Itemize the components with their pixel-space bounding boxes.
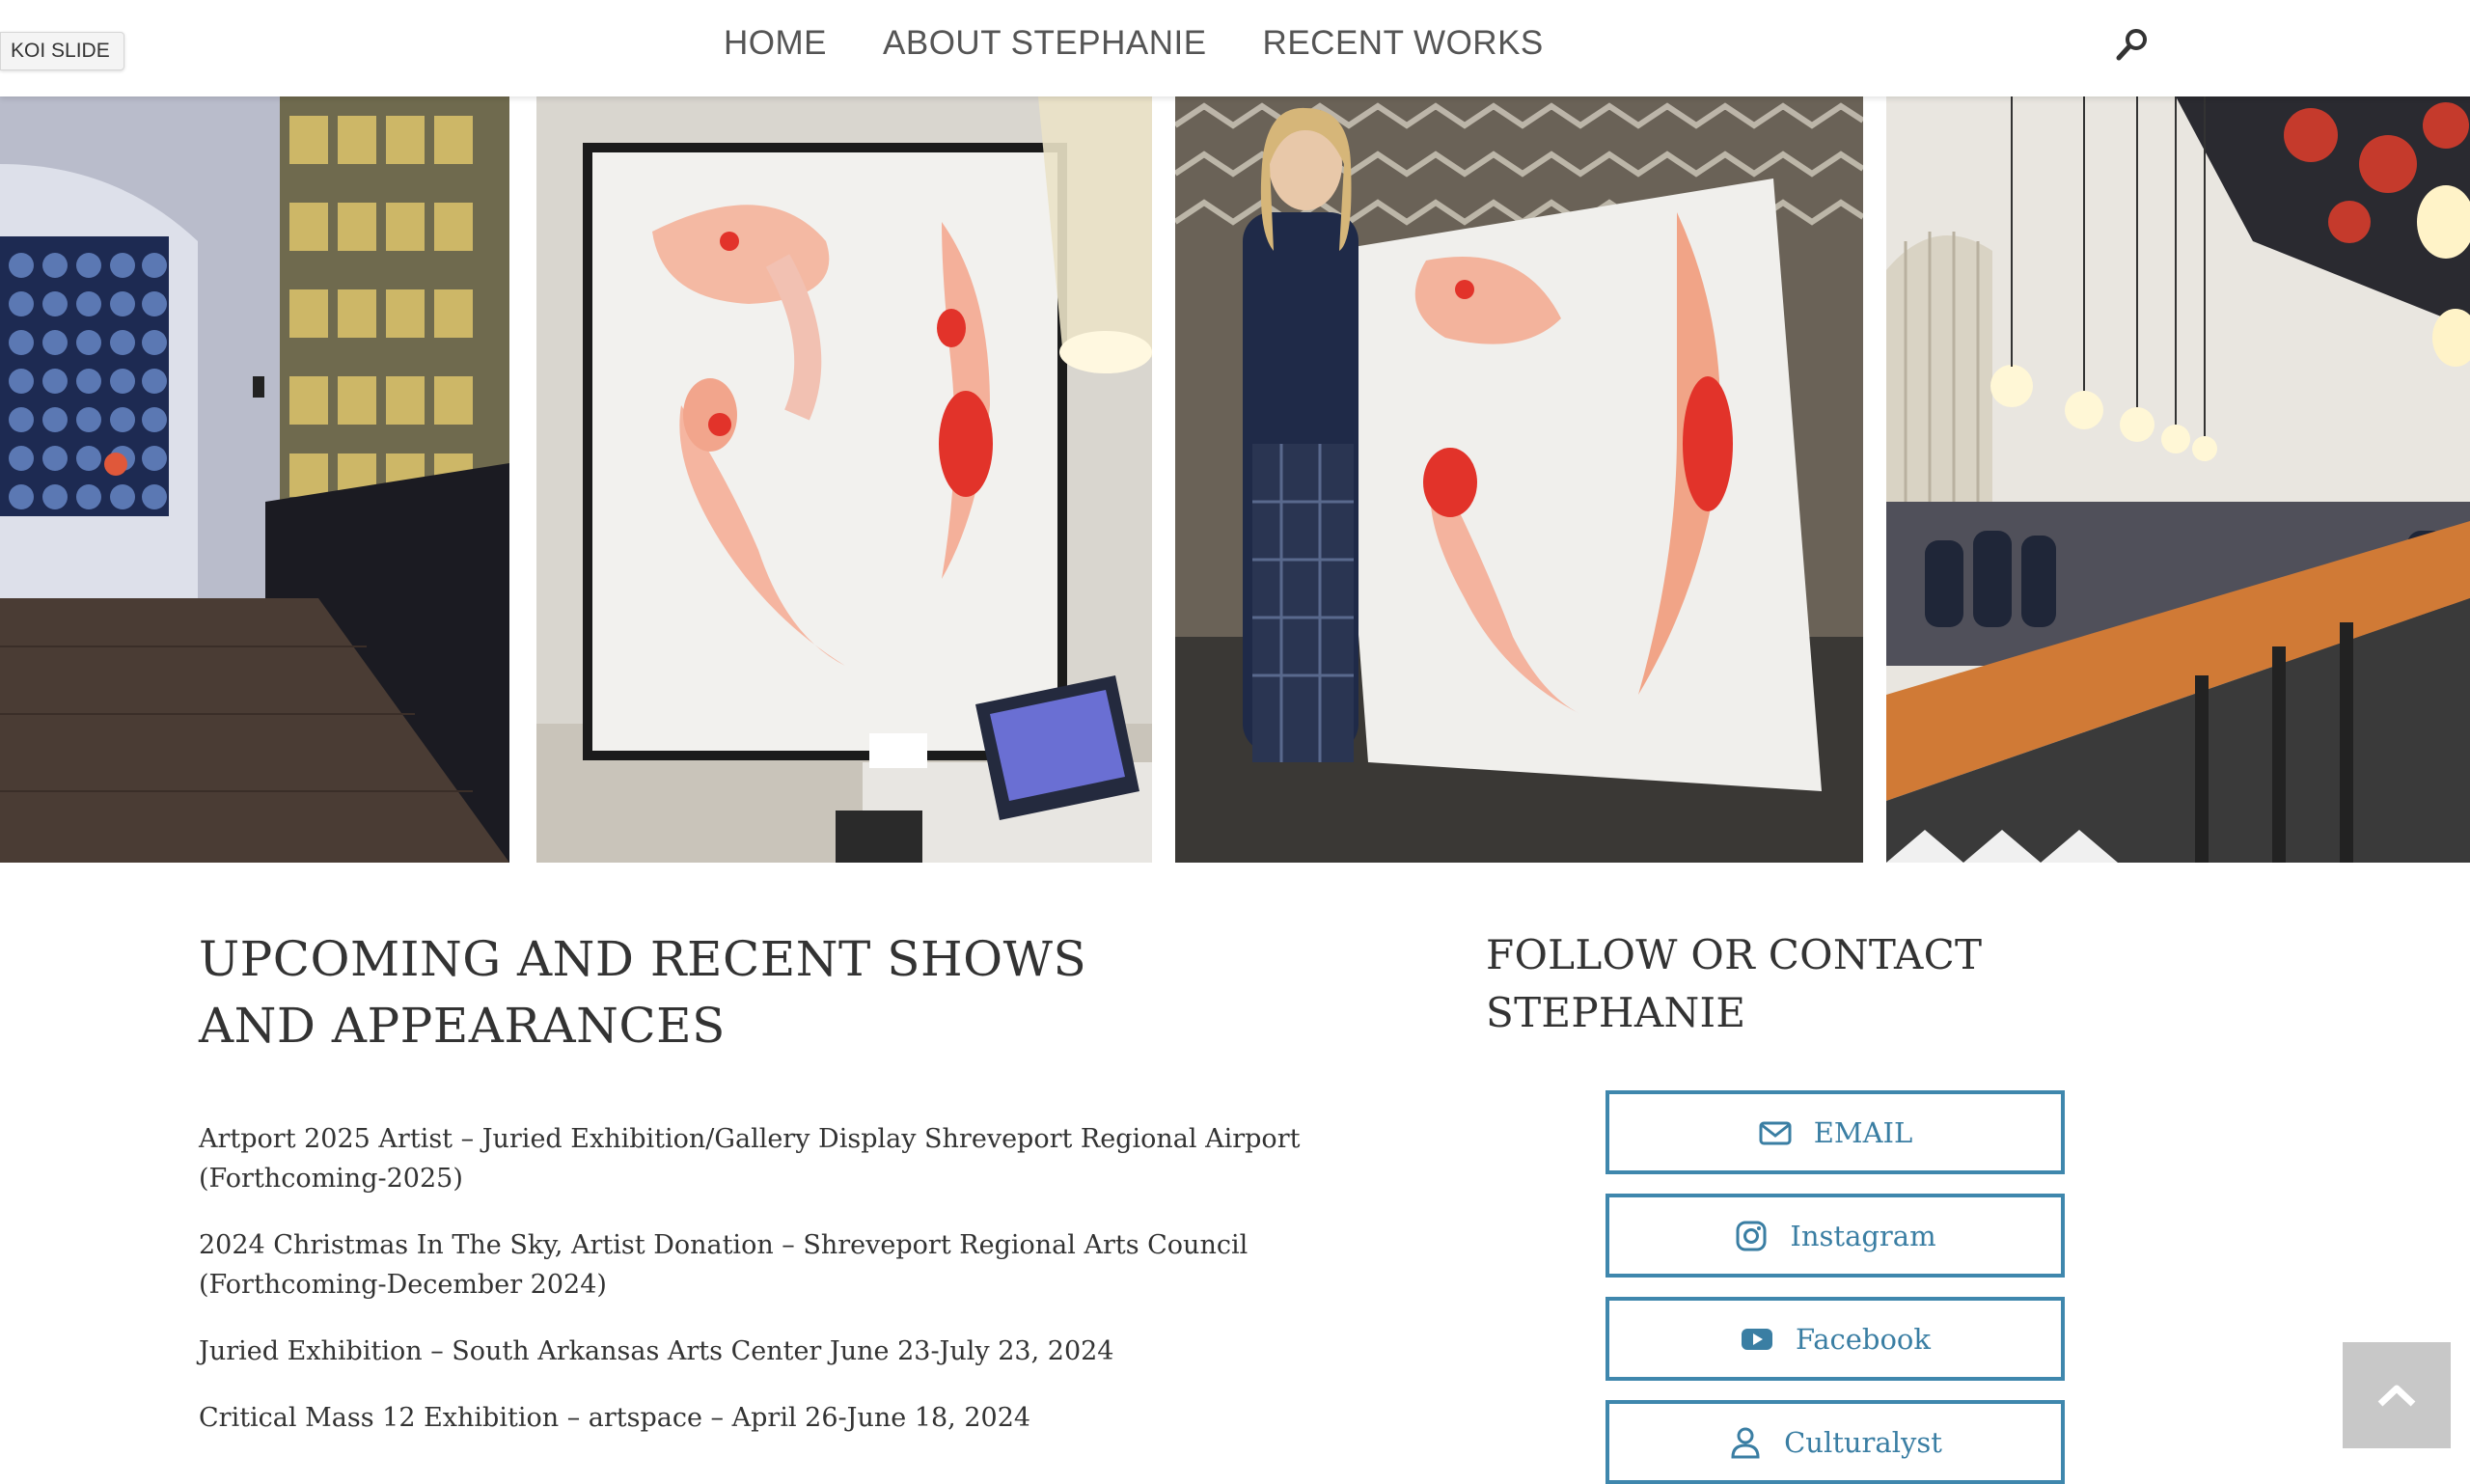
person-icon [1731,1427,1760,1458]
koi-slide-gallery [0,96,2470,863]
email-button-label: EMAIL [1813,1115,1913,1149]
gallery-photo-hallway[interactable] [0,96,509,863]
site-header: KOI SLIDE HOME ABOUT STEPHANIE RECENT WO… [0,0,2470,96]
chevron-up-icon [2377,1385,2416,1407]
instagram-button-label: Instagram [1790,1219,1936,1252]
culturalyst-button-label: Culturalyst [1784,1425,1942,1459]
list-item: Juried Exhibition – South Arkansas Arts … [199,1336,1114,1366]
shows-list: Artport 2025 Artist – Juried Exhibition/… [199,1119,1414,1465]
nav-recent-works[interactable]: RECENT WORKS [1263,21,1544,66]
list-item: 2024 Christmas In The Sky, Artist Donati… [199,1230,1249,1300]
search-icon [2116,29,2147,61]
hallway-photo [0,96,509,863]
gallery-photo-restaurant[interactable] [1886,96,2470,863]
shows-heading: UPCOMING AND RECENT SHOWS AND APPEARANCE… [199,931,1087,1054]
gallery-photo-framed-koi[interactable] [536,96,1152,863]
nav-home[interactable]: HOME [724,21,827,66]
email-button[interactable]: EMAIL [1606,1090,2065,1174]
facebook-button[interactable]: Facebook [1606,1297,2065,1381]
back-to-top-button[interactable] [2343,1342,2451,1448]
main-nav: HOME ABOUT STEPHANIE RECENT WORKS [724,21,1544,66]
instagram-icon [1736,1221,1767,1250]
gallery-photo-artist-with-koi[interactable] [1175,96,1863,863]
culturalyst-button[interactable]: Culturalyst [1606,1400,2065,1484]
artist-koi-photo [1175,96,1863,863]
slide-label: KOI SLIDE [0,32,124,70]
list-item: Critical Mass 12 Exhibition – artspace –… [199,1403,1031,1433]
search-button[interactable] [2113,25,2152,64]
nav-about-stephanie[interactable]: ABOUT STEPHANIE [883,21,1207,66]
list-item: Artport 2025 Artist – Juried Exhibition/… [199,1124,1301,1194]
envelope-icon [1759,1121,1792,1144]
facebook-button-label: Facebook [1796,1322,1931,1356]
framed-koi-photo [536,96,1152,863]
play-icon [1742,1328,1773,1350]
follow-heading: FOLLOW OR CONTACT STEPHANIE [1486,931,1983,1036]
instagram-button[interactable]: Instagram [1606,1194,2065,1278]
restaurant-photo [1886,96,2470,863]
